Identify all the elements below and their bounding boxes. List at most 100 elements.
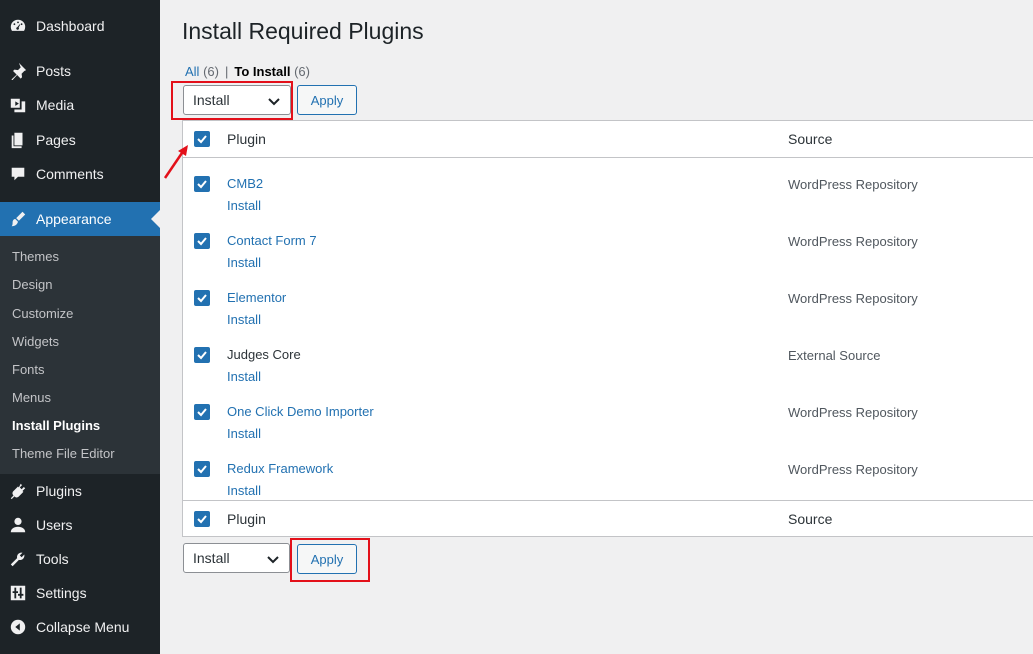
submenu-themes[interactable]: Themes [12,242,59,270]
submenu-widgets[interactable]: Widgets [12,327,59,355]
install-link[interactable]: Install [227,483,261,498]
plugin-source: WordPress Repository [788,405,918,420]
plugin-source: WordPress Repository [788,291,918,306]
menu-collapse[interactable]: Collapse Menu [0,610,160,644]
install-link[interactable]: Install [227,312,261,327]
highlight-box [171,81,293,120]
select-all-checkbox-footer[interactable] [194,511,210,527]
appearance-submenu: Themes Design Customize Widgets Fonts Me… [0,236,160,474]
wrench-icon [8,549,28,569]
install-link[interactable]: Install [227,198,261,213]
menu-comments[interactable]: Comments [0,157,160,191]
apply-button-top[interactable]: Apply [297,85,357,115]
filter-to-install-count: (6) [294,64,310,79]
column-header-plugin[interactable]: Plugin [227,131,266,147]
menu-appearance[interactable]: Appearance [0,202,160,236]
checkmark-icon [197,408,207,417]
menu-label: Posts [36,63,72,79]
checkmark-icon [197,351,207,360]
menu-dashboard[interactable]: Dashboard [0,9,160,43]
highlight-box [290,538,370,582]
row-checkbox[interactable] [194,290,210,306]
plugin-name-link[interactable]: One Click Demo Importer [227,404,374,419]
plugins-table: Plugin Source CMB2 Install WordPress Rep… [182,120,1033,537]
bulk-action-value: Install [193,550,230,566]
submenu-install-plugins[interactable]: Install Plugins [12,411,100,439]
table-row: Redux Framework Install WordPress Reposi… [183,450,1033,507]
brush-icon [8,209,28,229]
menu-label: Tools [36,551,69,567]
column-header-source[interactable]: Source [788,131,832,147]
plugin-icon [8,481,28,501]
table-row: Elementor Install WordPress Repository [183,279,1033,336]
checkmark-icon [197,180,207,189]
menu-pages[interactable]: Pages [0,123,160,157]
comment-icon [8,164,28,184]
menu-label: Settings [36,585,87,601]
row-checkbox[interactable] [194,461,210,477]
row-checkbox[interactable] [194,176,210,192]
plugin-name-link[interactable]: Elementor [227,290,286,305]
submenu-design[interactable]: Design [12,270,52,298]
table-footer: Plugin Source [183,500,1033,537]
menu-posts[interactable]: Posts [0,54,160,88]
menu-plugins[interactable]: Plugins [0,474,160,508]
pages-icon [8,130,28,150]
menu-label: Appearance [36,211,112,227]
menu-settings[interactable]: Settings [0,576,160,610]
menu-label: Pages [36,132,76,148]
row-checkbox[interactable] [194,404,210,420]
table-header: Plugin Source [183,121,1033,158]
annotation-arrow-icon [163,145,188,179]
submenu-customize[interactable]: Customize [12,299,73,327]
plugin-source: WordPress Repository [788,462,918,477]
chevron-down-icon [267,556,279,564]
menu-label: Dashboard [36,18,105,34]
menu-label: Users [36,517,73,533]
column-footer-plugin[interactable]: Plugin [227,511,266,527]
checkmark-icon [197,294,207,303]
menu-label: Collapse Menu [36,619,130,635]
plugin-source: External Source [788,348,881,363]
plugin-name-link[interactable]: Contact Form 7 [227,233,317,248]
filter-all-label: All [185,64,200,79]
submenu-menus[interactable]: Menus [12,383,51,411]
page-title: Install Required Plugins [182,18,424,44]
column-footer-source[interactable]: Source [788,511,832,527]
plugin-name: Judges Core [227,347,301,362]
menu-label: Comments [36,166,104,182]
dashboard-icon [8,16,28,36]
view-filters: All (6) | To Install (6) [185,64,310,79]
submenu-theme-file-editor[interactable]: Theme File Editor [12,439,115,467]
filter-all-link[interactable]: All [185,64,199,79]
checkmark-icon [197,515,207,524]
filter-separator: | [224,64,229,79]
pin-icon [8,61,28,81]
install-link[interactable]: Install [227,255,261,270]
menu-tools[interactable]: Tools [0,542,160,576]
admin-sidebar: Dashboard Posts Media Pages Comments App… [0,0,160,654]
install-link[interactable]: Install [227,426,261,441]
filter-all-count: (6) [203,64,219,79]
filter-to-install-label[interactable]: To Install [234,64,290,79]
plugin-source: WordPress Repository [788,177,918,192]
bulk-action-select-bottom[interactable]: Install [183,543,290,573]
menu-users[interactable]: Users [0,508,160,542]
users-icon [8,515,28,535]
install-link[interactable]: Install [227,369,261,384]
plugin-name-link[interactable]: Redux Framework [227,461,333,476]
checkmark-icon [197,237,207,246]
menu-label: Media [36,97,75,113]
submenu-fonts[interactable]: Fonts [12,355,45,383]
media-icon [8,95,28,115]
collapse-icon [8,617,28,637]
select-all-checkbox[interactable] [194,131,210,147]
menu-media[interactable]: Media [0,88,160,122]
table-row: CMB2 Install WordPress Repository [183,165,1033,222]
sliders-icon [8,583,28,603]
checkmark-icon [197,135,207,144]
table-row: One Click Demo Importer Install WordPres… [183,393,1033,450]
row-checkbox[interactable] [194,347,210,363]
plugin-name-link[interactable]: CMB2 [227,176,263,191]
row-checkbox[interactable] [194,233,210,249]
